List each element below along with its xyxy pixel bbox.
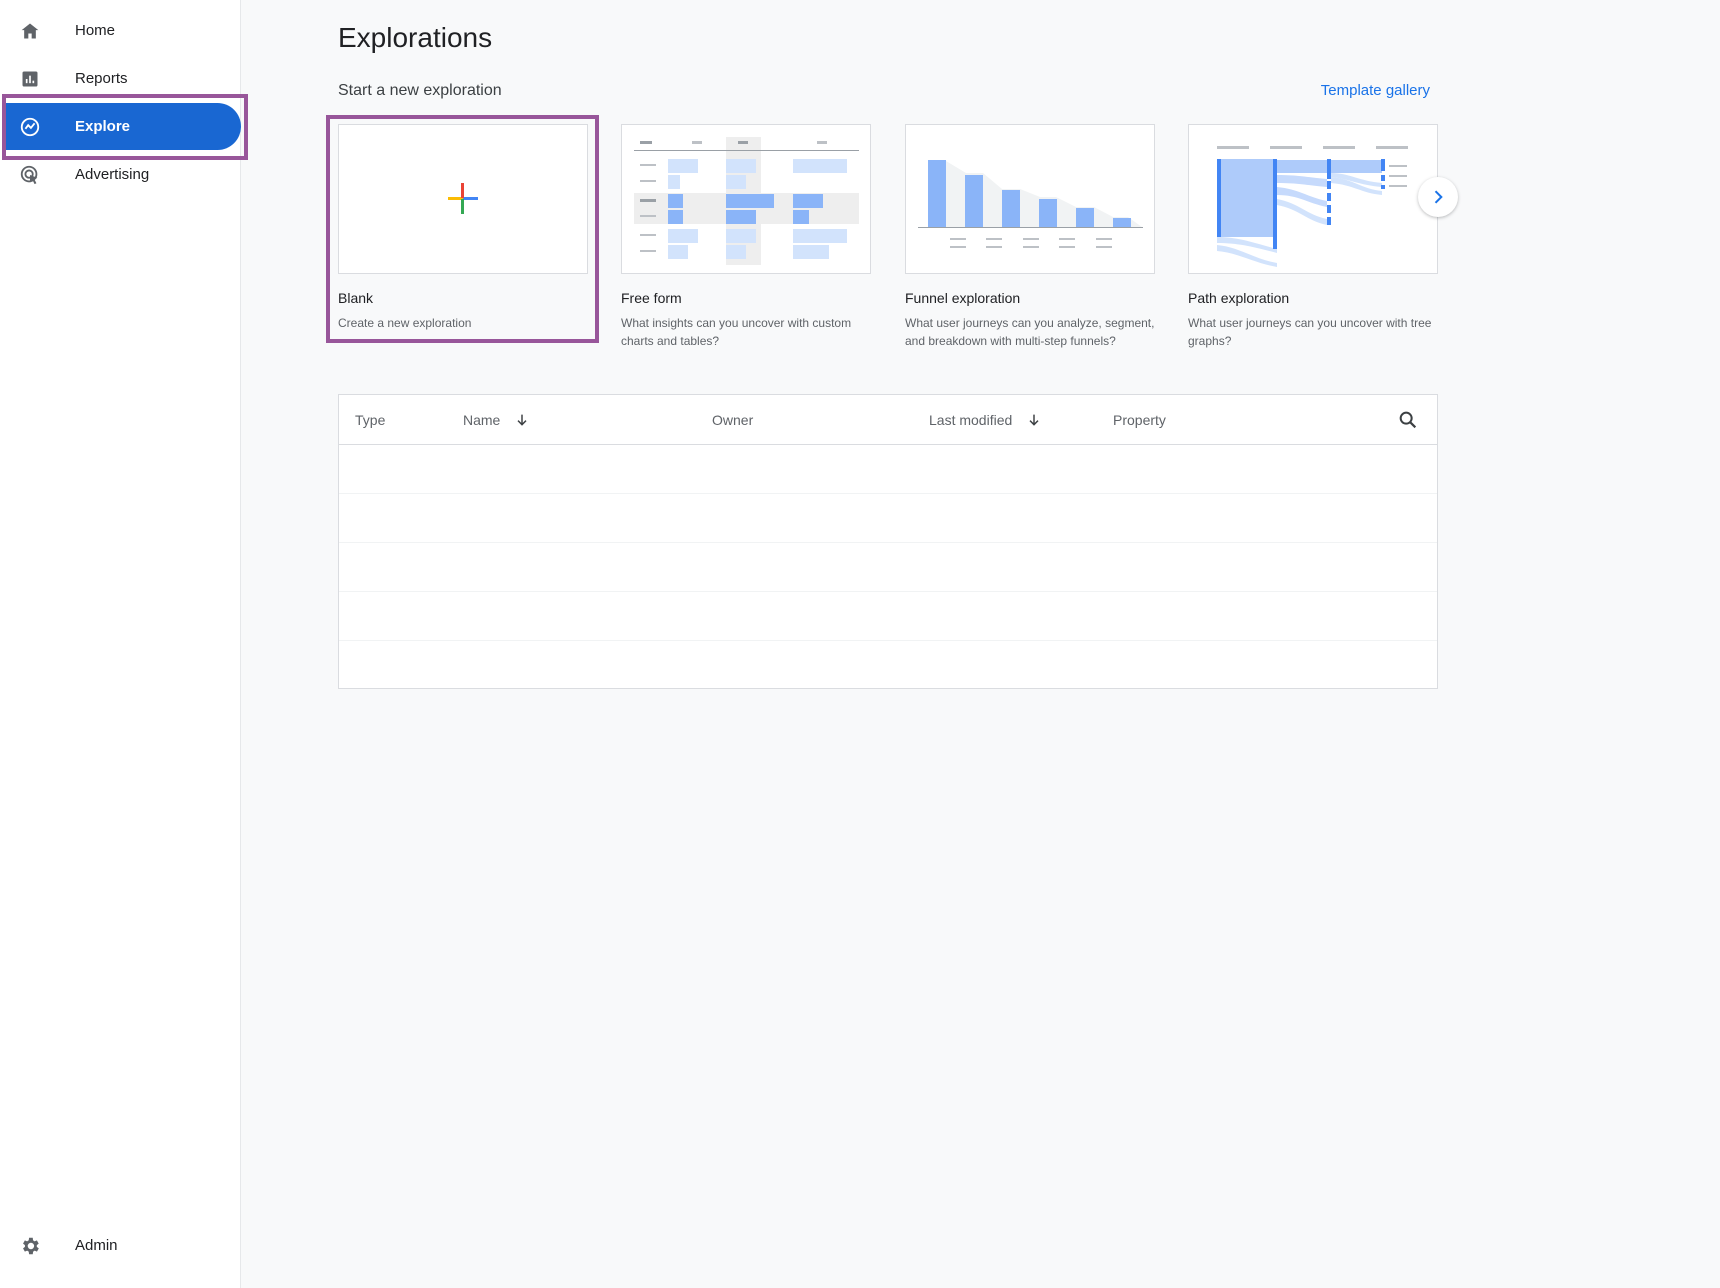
sidebar-item-label: Home [75,22,116,39]
table-row-divider [339,591,1437,592]
page-title: Explorations [338,22,493,53]
sidebar-item-label: Explore [75,118,131,135]
table-search-button[interactable] [1397,395,1419,444]
funnel-chart-thumbnail-icon [918,160,1143,248]
explorations-table: Type Name Owner Last modified Property [338,394,1438,689]
chevron-right-icon [1434,190,1443,204]
section-subtitle: Start a new exploration [338,82,502,99]
card-path-exploration[interactable]: Path exploration What user journeys can … [1188,124,1438,350]
advertising-icon [18,163,42,187]
sidebar-item-label: Advertising [75,166,150,183]
sidebar-item-label: Admin [75,1237,118,1254]
column-header-type[interactable]: Type [355,395,385,444]
column-label: Owner [712,411,754,428]
card-blank[interactable]: Blank Create a new exploration [338,124,588,332]
card-thumbnail[interactable] [1188,124,1438,274]
arrow-down-icon[interactable] [514,412,530,428]
card-description: What user journeys can you analyze, segm… [905,316,1155,348]
column-label: Type [355,411,386,428]
table-row-divider [339,640,1437,641]
column-header-property[interactable]: Property [1113,395,1166,444]
reports-icon [18,67,42,91]
card-thumbnail[interactable] [905,124,1155,274]
card-title: Blank [338,290,374,306]
sidebar: Home Reports Explore Advertising Admin [0,0,241,1288]
card-free-form[interactable]: Free form What insights can you uncover … [621,124,871,350]
card-title: Path exploration [1188,290,1290,306]
sidebar-item-label: Reports [75,70,128,87]
table-row-divider [339,493,1437,494]
home-icon [18,19,42,43]
card-funnel-exploration[interactable]: Funnel exploration What user journeys ca… [905,124,1155,350]
column-header-name[interactable]: Name [463,395,530,444]
card-description: What insights can you uncover with custo… [621,316,852,348]
template-gallery-link[interactable]: Template gallery [1321,82,1430,99]
table-header: Type Name Owner Last modified Property [339,395,1437,445]
arrow-down-icon[interactable] [1026,412,1042,428]
sidebar-item-home[interactable]: Home [6,7,241,54]
card-title: Funnel exploration [905,290,1021,306]
plus-icon [448,183,478,214]
sidebar-item-reports[interactable]: Reports [6,55,241,102]
column-label: Last modified [929,411,1013,428]
card-thumbnail[interactable] [621,124,871,274]
card-thumbnail[interactable] [338,124,588,274]
sidebar-item-advertising[interactable]: Advertising [6,151,241,198]
search-icon [1399,411,1417,428]
path-tree-thumbnail-icon [1217,146,1408,267]
sidebar-item-explore[interactable]: Explore [6,103,241,150]
carousel-next-button[interactable] [1418,177,1458,217]
column-label: Property [1113,411,1166,428]
column-header-owner[interactable]: Owner [712,395,753,444]
explore-icon [18,115,42,139]
column-header-last-modified[interactable]: Last modified [929,395,1042,444]
gear-icon [18,1234,42,1258]
column-label: Name [463,411,501,428]
card-description: What user journeys can you uncover with … [1188,316,1432,348]
sidebar-item-admin[interactable]: Admin [6,1222,241,1269]
card-description: Create a new exploration [338,316,472,330]
free-form-thumbnail-icon [634,137,859,265]
table-row-divider [339,542,1437,543]
card-title: Free form [621,290,682,306]
